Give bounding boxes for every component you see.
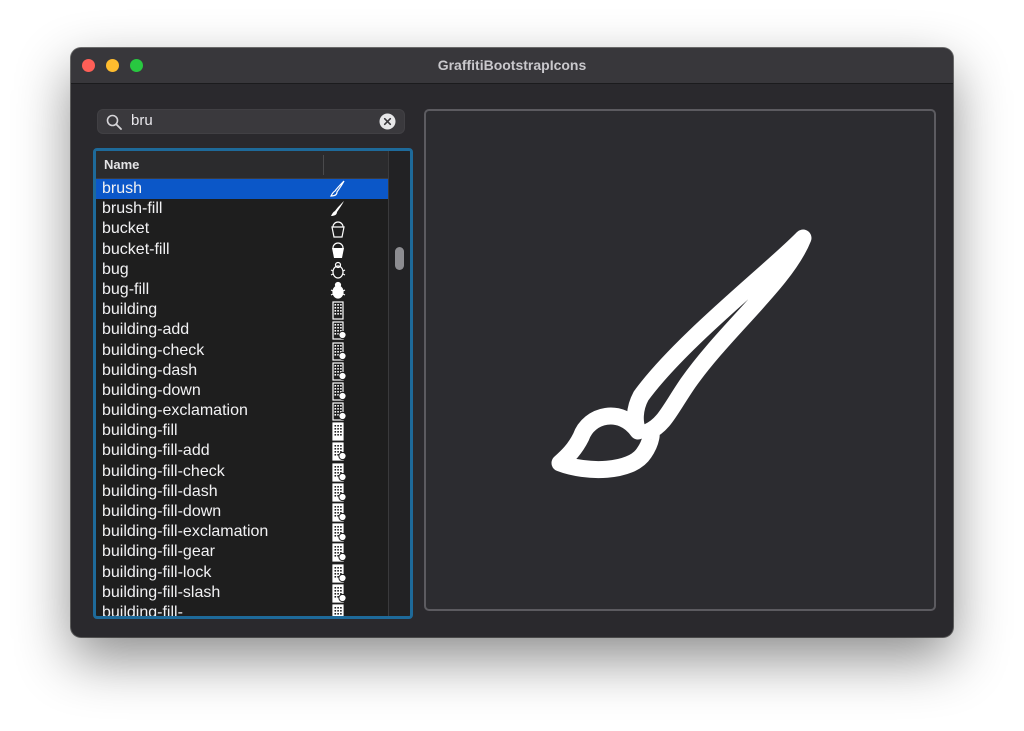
column-header-name[interactable]: Name xyxy=(104,157,139,172)
building-dash-icon xyxy=(329,361,347,381)
brush-preview-icon xyxy=(551,229,812,479)
building-icon xyxy=(329,300,347,320)
list-item-label: building-down xyxy=(102,381,201,399)
building-fill-dash-icon xyxy=(329,482,347,502)
list-item-label: building-dash xyxy=(102,361,198,379)
list-item-label: brush-fill xyxy=(102,200,163,218)
scrollbar-thumb[interactable] xyxy=(395,247,404,270)
building-fill-add-icon xyxy=(329,441,347,462)
list-item[interactable]: brush-fill xyxy=(96,199,389,219)
list-item[interactable]: bucket xyxy=(96,219,389,239)
list-item[interactable]: building-fill xyxy=(96,421,389,441)
list-item-label: building-fill-slash xyxy=(102,583,221,601)
list-item[interactable]: bug-fill xyxy=(96,280,389,300)
list-item[interactable]: building-fill-dash xyxy=(96,482,389,502)
list-rows: brush brush-fill bucket bucket-fill bug bug-f… xyxy=(96,179,389,619)
list-item-label: building-fill-add xyxy=(102,442,210,460)
list-item[interactable]: bucket-fill xyxy=(96,240,389,260)
list-item-label: building-fill-lock xyxy=(102,563,212,581)
list-item-label: building-fill-down xyxy=(102,503,222,520)
list-item-label: bug xyxy=(102,260,129,278)
building-exclamation-icon xyxy=(329,401,347,421)
list-item-label: building-check xyxy=(102,341,205,359)
building-fill-icon xyxy=(329,603,347,616)
list-item-label: building-fill-gear xyxy=(102,543,215,561)
building-fill-icon xyxy=(329,421,347,441)
search-icon xyxy=(106,114,122,130)
window-title: GraffitiBootstrapIcons xyxy=(437,57,587,73)
list-item-label: bucket xyxy=(102,220,150,238)
list-item[interactable]: building-fill-slash xyxy=(96,583,389,603)
brush-icon xyxy=(329,179,347,199)
list-header[interactable]: Name xyxy=(96,151,389,179)
list-item[interactable]: building-exclamation xyxy=(96,401,389,421)
bucket-fill-icon xyxy=(329,240,347,260)
icon-list[interactable]: Name brush brush-fill bucket bucket-fill bug… xyxy=(93,148,413,619)
list-item[interactable]: building-fill-lock xyxy=(96,563,389,583)
app-window: GraffitiBootstrapIcons bru Name brush bru… xyxy=(71,48,953,637)
list-item[interactable]: building-fill-check xyxy=(96,462,389,482)
list-item-label: brush xyxy=(102,180,143,197)
list-item[interactable]: brush xyxy=(96,179,389,200)
list-item[interactable]: building-dash xyxy=(96,361,389,381)
title-bar[interactable]: GraffitiBootstrapIcons xyxy=(71,48,953,84)
brush-fill-icon xyxy=(329,199,347,219)
building-fill-check-icon xyxy=(329,462,347,482)
list-item-label: building-fill-dash xyxy=(102,482,218,500)
list-item[interactable]: building-fill-add xyxy=(96,441,389,462)
list-item[interactable]: building-fill-gear xyxy=(96,542,389,562)
bug-icon xyxy=(329,260,347,280)
bug-fill-icon xyxy=(329,280,347,300)
list-item-label: building-fill xyxy=(102,422,178,440)
list-item[interactable]: building-down xyxy=(96,381,389,401)
search-field[interactable]: bru xyxy=(97,109,405,134)
building-check-icon xyxy=(329,341,347,361)
list-item[interactable]: building-add xyxy=(96,320,389,340)
list-item[interactable]: building xyxy=(96,300,389,320)
building-fill-down-icon xyxy=(329,502,347,522)
clear-search-icon[interactable] xyxy=(379,113,396,130)
list-item-label: building-add xyxy=(102,321,190,339)
list-item[interactable]: building-fill-exclamation xyxy=(96,522,389,542)
search-input[interactable]: bru xyxy=(131,112,153,129)
list-item[interactable]: building-check xyxy=(96,341,389,361)
building-down-icon xyxy=(329,381,347,401)
list-item-label: bug-fill xyxy=(102,280,150,298)
bucket-icon xyxy=(329,219,347,239)
building-fill-exclamation-icon xyxy=(329,522,347,542)
list-item[interactable]: bug xyxy=(96,260,389,280)
icon-preview-panel xyxy=(424,109,936,611)
list-scrollbar[interactable] xyxy=(388,151,410,616)
list-item-label: building-fill-check xyxy=(102,462,225,480)
list-item-label: building-fill-exclamation xyxy=(102,523,269,541)
building-fill-slash-icon xyxy=(329,583,347,603)
list-item-label: building xyxy=(102,301,158,319)
list-item-label: bucket-fill xyxy=(102,240,170,258)
list-item[interactable]: building-fill- xyxy=(96,603,389,619)
list-item-label: building-exclamation xyxy=(102,402,248,420)
column-separator[interactable] xyxy=(323,155,324,175)
list-item-label: building-fill- xyxy=(102,603,183,619)
building-fill-gear-icon xyxy=(329,542,347,562)
building-fill-lock-icon xyxy=(329,563,347,583)
list-item[interactable]: building-fill-down xyxy=(96,502,389,522)
building-add-icon xyxy=(329,320,347,340)
